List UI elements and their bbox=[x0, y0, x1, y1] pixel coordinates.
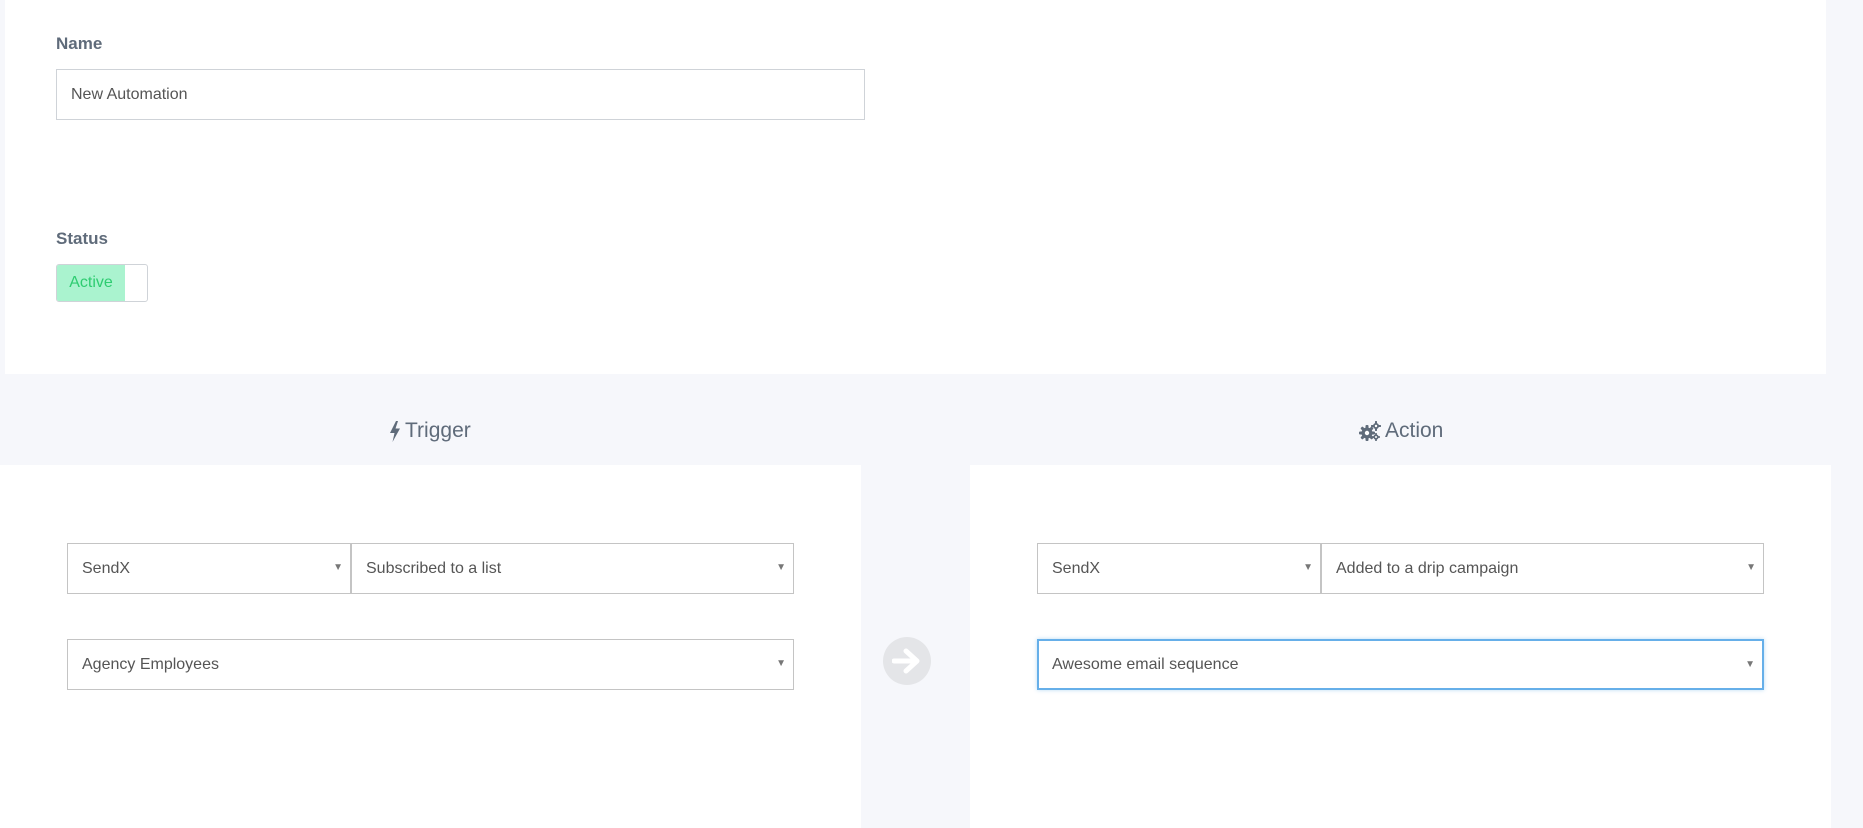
action-campaign-value: Awesome email sequence bbox=[1052, 655, 1239, 673]
status-label: Status bbox=[56, 229, 108, 248]
trigger-list-value: Agency Employees bbox=[82, 655, 219, 673]
action-heading: Action bbox=[1359, 418, 1443, 444]
status-toggle-label: Active bbox=[57, 265, 125, 301]
chevron-down-icon: ▼ bbox=[1746, 562, 1756, 573]
trigger-list-select[interactable]: Agency Employees ▼ bbox=[67, 639, 794, 690]
action-event-select[interactable]: Added to a drip campaign ▼ bbox=[1321, 543, 1764, 594]
name-input[interactable] bbox=[56, 69, 865, 120]
status-toggle[interactable]: Active bbox=[56, 264, 148, 302]
chevron-down-icon: ▼ bbox=[333, 562, 343, 573]
chevron-down-icon: ▼ bbox=[776, 562, 786, 573]
name-label: Name bbox=[56, 34, 103, 53]
chevron-down-icon: ▼ bbox=[776, 658, 786, 669]
trigger-app-value: SendX bbox=[82, 559, 131, 577]
action-event-value: Added to a drip campaign bbox=[1336, 559, 1519, 577]
automation-settings-card bbox=[5, 0, 1826, 374]
trigger-title: Trigger bbox=[405, 419, 471, 442]
trigger-event-select[interactable]: Subscribed to a list ▼ bbox=[351, 543, 794, 594]
cogs-icon bbox=[1359, 420, 1381, 442]
trigger-app-select[interactable]: SendX ▼ bbox=[67, 543, 351, 594]
action-app-value: SendX bbox=[1052, 559, 1101, 577]
arrow-right-circle-icon[interactable] bbox=[883, 637, 931, 685]
trigger-event-value: Subscribed to a list bbox=[366, 559, 502, 577]
action-app-select[interactable]: SendX ▼ bbox=[1037, 543, 1321, 594]
bolt-icon bbox=[389, 420, 401, 442]
trigger-heading: Trigger bbox=[389, 418, 471, 444]
action-campaign-select[interactable]: Awesome email sequence ▼ bbox=[1037, 639, 1764, 690]
chevron-down-icon: ▼ bbox=[1303, 562, 1313, 573]
action-title: Action bbox=[1385, 419, 1444, 442]
chevron-down-icon: ▼ bbox=[1745, 659, 1755, 670]
